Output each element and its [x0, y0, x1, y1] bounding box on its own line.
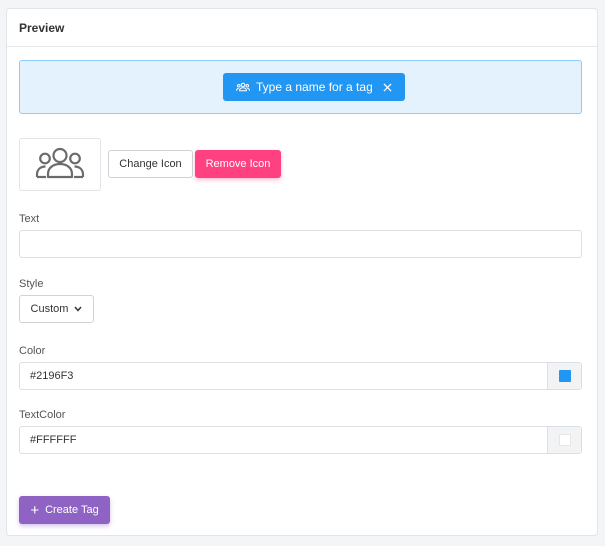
card-title: Preview: [7, 9, 597, 47]
color-input[interactable]: #2196F3: [20, 363, 547, 389]
tag-preview-chip[interactable]: Type a name for a tag: [223, 73, 405, 101]
chevron-down-icon: [74, 306, 83, 312]
text-color-picker-button[interactable]: [547, 427, 581, 453]
users-group-icon: [35, 147, 85, 182]
remove-icon-button[interactable]: Remove Icon: [195, 150, 281, 178]
color-field: #2196F3: [19, 362, 582, 390]
text-field-label: Text: [19, 213, 40, 225]
tag-preview-area: Type a name for a tag: [19, 60, 582, 114]
text-color-input[interactable]: #FFFFFF: [20, 427, 547, 453]
create-tag-label: Create Tag: [45, 504, 99, 516]
tag-editor-card: Preview Type a name for a tag Change Ico…: [6, 8, 598, 536]
text-color-field-label: TextColor: [19, 409, 66, 421]
style-field-label: Style: [19, 278, 44, 290]
tag-preview-text: Type a name for a tag: [256, 80, 373, 94]
color-picker-button[interactable]: [547, 363, 581, 389]
change-icon-button[interactable]: Change Icon: [108, 150, 193, 178]
plus-icon: +: [30, 501, 40, 519]
style-select[interactable]: Custom: [19, 295, 94, 323]
icon-preview-box: [19, 138, 101, 191]
color-field-label: Color: [19, 345, 46, 357]
create-tag-button[interactable]: + Create Tag: [19, 496, 110, 524]
style-selected-value: Custom: [30, 303, 69, 315]
text-color-swatch: [558, 434, 571, 446]
text-color-field: #FFFFFF: [19, 426, 582, 454]
color-swatch: [558, 370, 571, 382]
users-group-icon: [236, 82, 250, 92]
close-icon[interactable]: [383, 82, 392, 92]
text-input[interactable]: [19, 230, 582, 258]
